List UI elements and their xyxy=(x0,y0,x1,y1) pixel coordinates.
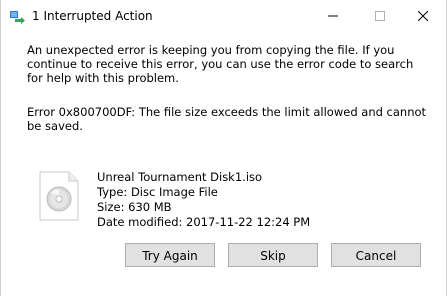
close-button[interactable] xyxy=(400,0,446,31)
window-title: 1 Interrupted Action xyxy=(32,9,153,23)
file-details: Unreal Tournament Disk1.iso Type: Disc I… xyxy=(97,170,310,230)
cancel-button[interactable]: Cancel xyxy=(331,243,421,267)
minimize-button[interactable] xyxy=(310,0,356,31)
minimize-icon xyxy=(328,15,338,16)
file-size: Size: 630 MB xyxy=(97,200,172,214)
skip-button[interactable]: Skip xyxy=(228,243,318,267)
error-code-text: Error 0x800700DF: The file size exceeds … xyxy=(27,105,427,133)
error-message: An unexpected error is keeping you from … xyxy=(27,43,414,85)
interrupted-action-dialog: 1 Interrupted Action An unexpected error… xyxy=(0,0,447,296)
close-icon xyxy=(418,10,428,21)
try-again-button[interactable]: Try Again xyxy=(125,243,215,267)
disc-image-file-icon xyxy=(39,171,79,221)
file-date-modified: Date modified: 2017-11-22 12:24 PM xyxy=(97,215,311,229)
copy-transfer-icon xyxy=(10,9,26,24)
title-bar[interactable]: 1 Interrupted Action xyxy=(1,0,446,31)
maximize-icon xyxy=(375,10,385,21)
dialog-content: An unexpected error is keeping you from … xyxy=(1,31,446,296)
maximize-button[interactable] xyxy=(357,0,403,31)
file-name: Unreal Tournament Disk1.iso xyxy=(97,170,263,184)
file-type: Type: Disc Image File xyxy=(97,185,218,199)
